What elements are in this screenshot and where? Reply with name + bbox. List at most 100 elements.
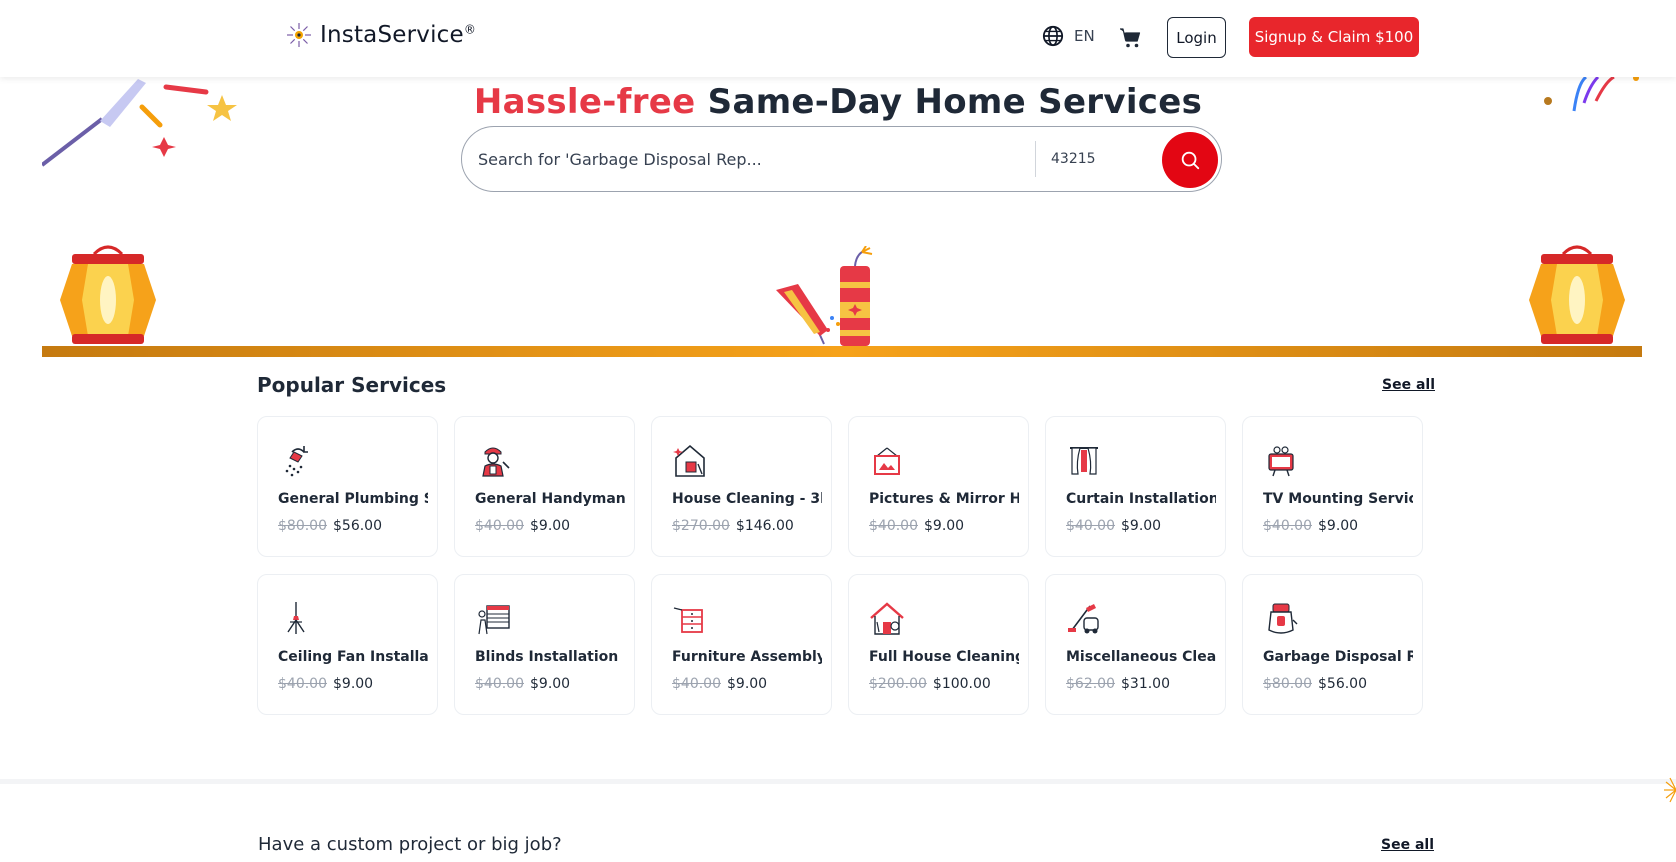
service-card[interactable]: Full House Cleaning $200.00 $100.00 — [848, 574, 1029, 715]
service-name: Ceiling Fan Installation — [278, 649, 428, 665]
service-old-price: $40.00 — [1066, 518, 1115, 534]
globe-icon — [1042, 25, 1064, 47]
logo-sunburst-icon — [287, 23, 311, 47]
service-current-price: $9.00 — [1121, 518, 1162, 534]
service-current-price: $9.00 — [333, 676, 374, 692]
shower-icon — [285, 446, 308, 477]
lantern-left-decoration-icon — [60, 245, 156, 344]
top-header: InstaService® EN Login Signup & Claim $1… — [0, 0, 1676, 77]
language-label: EN — [1074, 27, 1095, 45]
service-card[interactable]: Furniture Assembly $40.00 $9.00 — [651, 574, 832, 715]
login-button[interactable]: Login — [1167, 17, 1226, 58]
service-price: $40.00 $9.00 — [278, 676, 373, 692]
service-current-price: $9.00 — [530, 676, 571, 692]
service-card[interactable]: Garbage Disposal Re... $80.00 $56.00 — [1242, 574, 1423, 715]
service-old-price: $40.00 — [1263, 518, 1312, 534]
service-current-price: $9.00 — [1318, 518, 1359, 534]
service-old-price: $62.00 — [1066, 676, 1115, 692]
ceiling-fan-icon — [287, 602, 305, 634]
service-price: $40.00 $9.00 — [672, 676, 767, 692]
popular-see-all-link[interactable]: See all — [1382, 377, 1435, 393]
service-name: Blinds Installation — [475, 649, 619, 665]
service-current-price: $31.00 — [1121, 676, 1170, 692]
hero-title-rest: Same-Day Home Services — [707, 82, 1203, 122]
service-name: Furniture Assembly — [672, 649, 822, 665]
service-old-price: $40.00 — [475, 676, 524, 692]
service-name: Miscellaneous Cleani... — [1066, 649, 1216, 665]
section-divider — [0, 779, 1676, 784]
service-name: Pictures & Mirror Ha... — [869, 491, 1019, 507]
custom-project-title: Have a custom project or big job? — [258, 834, 562, 855]
service-old-price: $40.00 — [278, 676, 327, 692]
service-price: $40.00 $9.00 — [1263, 518, 1358, 534]
full-house-icon — [870, 602, 904, 635]
festive-shelf-divider — [42, 346, 1642, 357]
garbage-disposal-icon — [1268, 603, 1298, 634]
service-card[interactable]: Curtain Installation $40.00 $9.00 — [1045, 416, 1226, 557]
service-old-price: $80.00 — [1263, 676, 1312, 692]
service-current-price: $56.00 — [1318, 676, 1367, 692]
service-price: $270.00 $146.00 — [672, 518, 794, 534]
curtain-icon — [1070, 447, 1098, 475]
service-old-price: $40.00 — [672, 676, 721, 692]
cart-icon[interactable] — [1119, 26, 1143, 50]
service-price: $40.00 $9.00 — [869, 518, 964, 534]
picture-frame-icon — [874, 447, 900, 475]
service-card[interactable]: General Handyman S... $40.00 $9.00 — [454, 416, 635, 557]
service-old-price: $200.00 — [869, 676, 927, 692]
service-card[interactable]: House Cleaning - 3b... $270.00 $146.00 — [651, 416, 832, 557]
service-price: $80.00 $56.00 — [278, 518, 382, 534]
sparkle-decoration-icon — [1664, 777, 1676, 803]
service-name: House Cleaning - 3b... — [672, 491, 822, 507]
service-price: $62.00 $31.00 — [1066, 676, 1170, 692]
search-input[interactable]: Search for 'Garbage Disposal Rep... — [478, 150, 998, 169]
firecracker-decoration-icon — [776, 246, 873, 346]
popular-services-grid: General Plumbing Se... $80.00 $56.00 Gene… — [257, 416, 1425, 715]
service-old-price: $40.00 — [475, 518, 524, 534]
search-divider — [1035, 141, 1036, 177]
brand-name: InstaService® — [320, 22, 476, 48]
vacuum-icon — [1068, 604, 1099, 634]
service-old-price: $80.00 — [278, 518, 327, 534]
service-name: General Plumbing Se... — [278, 491, 428, 507]
service-current-price: $56.00 — [333, 518, 382, 534]
search-bar: Search for 'Garbage Disposal Rep... 4321… — [461, 126, 1222, 192]
service-card[interactable]: TV Mounting Service $40.00 $9.00 — [1242, 416, 1423, 557]
service-name: Garbage Disposal Re... — [1263, 649, 1413, 665]
search-icon — [1181, 151, 1200, 170]
service-card[interactable]: Pictures & Mirror Ha... $40.00 $9.00 — [848, 416, 1029, 557]
service-card[interactable]: Ceiling Fan Installation $40.00 $9.00 — [257, 574, 438, 715]
service-price: $40.00 $9.00 — [475, 518, 570, 534]
service-current-price: $100.00 — [932, 676, 991, 692]
registered-mark: ® — [463, 22, 477, 37]
popular-services-title: Popular Services — [257, 373, 447, 397]
search-button[interactable] — [1162, 132, 1218, 188]
service-old-price: $40.00 — [869, 518, 918, 534]
brand-text: InstaService — [320, 22, 464, 48]
service-card[interactable]: Miscellaneous Cleani... $62.00 $31.00 — [1045, 574, 1226, 715]
zip-code-input[interactable]: 43215 — [1051, 151, 1096, 167]
service-current-price: $9.00 — [727, 676, 768, 692]
brand-logo[interactable]: InstaService® — [286, 22, 476, 48]
lantern-right-decoration-icon — [1529, 245, 1625, 344]
service-name: Full House Cleaning — [869, 649, 1019, 665]
service-price: $200.00 $100.00 — [869, 676, 991, 692]
tv-mount-icon — [1268, 446, 1294, 477]
blinds-icon — [478, 605, 510, 635]
custom-see-all-link[interactable]: See all — [1381, 837, 1434, 853]
signup-button[interactable]: Signup & Claim $100 — [1249, 17, 1419, 57]
service-price: $40.00 $9.00 — [1066, 518, 1161, 534]
language-selector[interactable]: EN — [1042, 25, 1095, 47]
service-name: Curtain Installation — [1066, 491, 1216, 507]
service-old-price: $270.00 — [672, 518, 730, 534]
service-card[interactable]: General Plumbing Se... $80.00 $56.00 — [257, 416, 438, 557]
house-cleaning-icon — [673, 444, 705, 477]
service-name: TV Mounting Service — [1263, 491, 1413, 507]
service-name: General Handyman S... — [475, 491, 625, 507]
hero-title: Hassle-free Same-Day Home Services — [0, 82, 1676, 122]
service-current-price: $146.00 — [735, 518, 794, 534]
hero-title-accent: Hassle-free — [473, 82, 696, 122]
service-price: $40.00 $9.00 — [475, 676, 570, 692]
handyman-icon — [482, 447, 510, 477]
service-card[interactable]: Blinds Installation $40.00 $9.00 — [454, 574, 635, 715]
